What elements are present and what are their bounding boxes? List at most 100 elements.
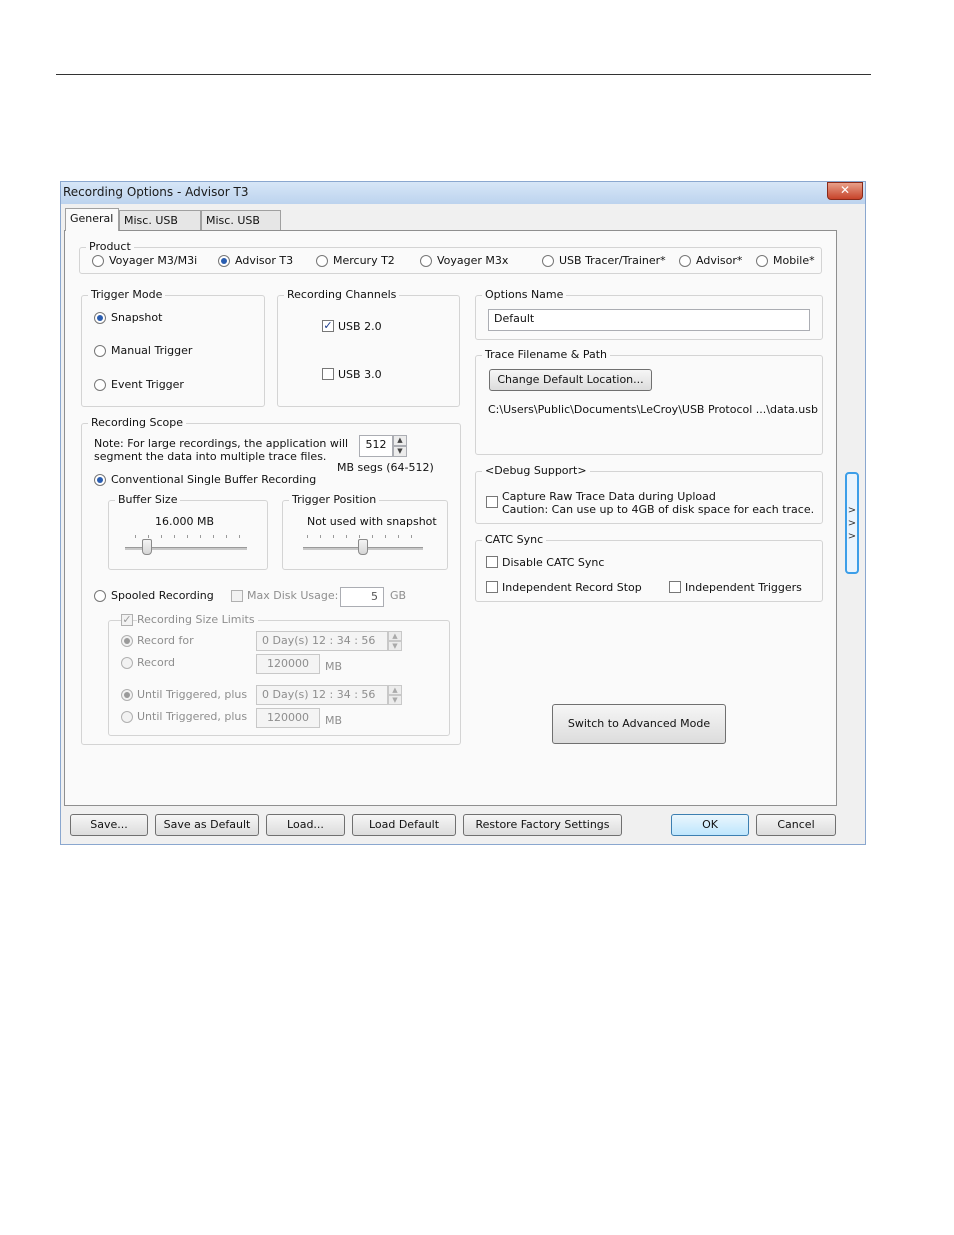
until-triggered-size-unit: MB [325, 714, 343, 727]
tab-misc-usb3[interactable]: Misc. USB 3.0 [201, 210, 281, 247]
trigger-mode-group: Trigger Mode Snapshot Manual Trigger Eve… [81, 288, 265, 407]
segs-label: MB segs (64-512) [337, 461, 434, 474]
until-triggered-spin-up[interactable]: ▲ [388, 685, 402, 695]
options-name-group: Options Name Default [475, 288, 823, 340]
segs-spin-down[interactable]: ▼ [393, 446, 407, 457]
trigger-option-label: Snapshot [111, 311, 163, 324]
save-as-default-button[interactable]: Save as Default [155, 814, 259, 836]
tab-general[interactable]: General [65, 208, 119, 231]
record-size-input[interactable]: 120000 [256, 654, 320, 674]
product-option-label: USB Tracer/Trainer* [559, 254, 666, 267]
ok-button[interactable]: OK [671, 814, 749, 836]
independent-stop-checkbox[interactable] [486, 581, 498, 593]
independent-stop-label: Independent Record Stop [502, 581, 642, 594]
trigger-radio-snapshot[interactable] [94, 312, 106, 324]
capture-raw-checkbox[interactable] [486, 496, 498, 508]
capture-raw-caution: Caution: Can use up to 4GB of disk space… [502, 503, 815, 516]
conventional-radio[interactable] [94, 474, 106, 486]
save-button[interactable]: Save... [70, 814, 148, 836]
independent-triggers-checkbox[interactable] [669, 581, 681, 593]
product-radio-advisor-t3[interactable] [218, 255, 230, 267]
buffer-size-ticks [135, 535, 245, 538]
close-button[interactable]: ✕ [827, 182, 863, 200]
page-rule [56, 74, 871, 75]
recording-size-limits-group: ✓ Recording Size Limits Record for 0 Day… [108, 613, 450, 736]
until-triggered-size-label: Until Triggered, plus [137, 710, 248, 723]
recording-options-dialog: Recording Options - Advisor T3 ✕ General… [60, 181, 866, 845]
trigger-position-group: Trigger Position Not used with snapshot [282, 493, 448, 570]
until-triggered-size-input[interactable]: 120000 [256, 708, 320, 728]
disable-catc-checkbox[interactable] [486, 556, 498, 568]
change-location-button[interactable]: Change Default Location... [489, 369, 652, 391]
until-triggered-size-radio[interactable] [121, 711, 133, 723]
load-default-button[interactable]: Load Default [352, 814, 456, 836]
product-radio-usb-tracer[interactable] [542, 255, 554, 267]
product-radio-advisor[interactable] [679, 255, 691, 267]
product-radio-mobile[interactable] [756, 255, 768, 267]
debug-support-label: <Debug Support> [482, 464, 590, 477]
disable-catc-label: Disable CATC Sync [502, 556, 605, 569]
product-radio-mercury-t2[interactable] [316, 255, 328, 267]
cancel-button[interactable]: Cancel [756, 814, 836, 836]
options-name-label: Options Name [482, 288, 567, 301]
switch-advanced-mode-button[interactable]: Switch to Advanced Mode [552, 704, 726, 744]
catc-sync-group: CATC Sync Disable CATC Sync Independent … [475, 533, 823, 602]
recording-channels-group: Recording Channels ✓ USB 2.0 USB 3.0 [277, 288, 460, 407]
scope-note-line2: segment the data into multiple trace fil… [94, 450, 327, 463]
size-limits-checkbox[interactable]: ✓ [121, 614, 133, 626]
product-option-label: Advisor T3 [235, 254, 294, 267]
buffer-size-slider[interactable] [141, 539, 152, 555]
buffer-size-group: Buffer Size 16.000 MB [108, 493, 268, 570]
product-option-label: Advisor* [696, 254, 743, 267]
trace-path-group: Trace Filename & Path Change Default Loc… [475, 348, 823, 455]
record-for-time-input[interactable]: 0 Day(s) 12 : 34 : 56 [256, 631, 388, 651]
trigger-option-label: Event Trigger [111, 378, 184, 391]
product-option-label: Voyager M3x [437, 254, 509, 267]
until-triggered-time-radio[interactable] [121, 689, 133, 701]
spooled-radio[interactable] [94, 590, 106, 602]
general-panel: Product Voyager M3/M3i Advisor T3 Mercur… [64, 230, 837, 806]
until-triggered-time-input[interactable]: 0 Day(s) 12 : 34 : 56 [256, 685, 388, 705]
usb2-label: USB 2.0 [338, 320, 382, 333]
product-option-label: Mercury T2 [333, 254, 395, 267]
segs-input[interactable]: 512 [359, 435, 393, 457]
max-disk-label: Max Disk Usage: [247, 589, 339, 602]
title-bar: Recording Options - Advisor T3 ✕ [61, 182, 865, 204]
expand-panel-toggle[interactable]: > > > [845, 472, 859, 574]
usb3-checkbox[interactable] [322, 368, 334, 380]
debug-support-group: <Debug Support> Capture Raw Trace Data d… [475, 464, 823, 524]
record-for-spin-down[interactable]: ▼ [388, 641, 402, 651]
tab-misc-usb2[interactable]: Misc. USB 2.0 [119, 210, 201, 247]
usb3-label: USB 3.0 [338, 368, 382, 381]
catc-sync-label: CATC Sync [482, 533, 547, 546]
record-size-unit: MB [325, 660, 343, 673]
record-for-spin-up[interactable]: ▲ [388, 631, 402, 641]
trigger-position-slider[interactable] [358, 539, 368, 555]
trigger-radio-event[interactable] [94, 379, 106, 391]
product-radio-voyager-m3x[interactable] [420, 255, 432, 267]
until-triggered-spin-down[interactable]: ▼ [388, 695, 402, 705]
buffer-size-label: Buffer Size [115, 493, 181, 506]
product-option-label: Mobile* [773, 254, 815, 267]
spooled-label: Spooled Recording [111, 589, 214, 602]
options-name-input[interactable]: Default [488, 309, 810, 331]
max-disk-input[interactable]: 5 [340, 587, 384, 607]
max-disk-checkbox[interactable] [231, 590, 243, 602]
trace-path-text: C:\Users\Public\Documents\LeCroy\USB Pro… [488, 403, 818, 416]
record-for-label: Record for [137, 634, 194, 647]
product-radio-voyager-m3[interactable] [92, 255, 104, 267]
record-size-radio[interactable] [121, 657, 133, 669]
usb2-checkbox[interactable]: ✓ [322, 320, 334, 332]
trigger-position-ticks [307, 535, 423, 538]
restore-factory-button[interactable]: Restore Factory Settings [463, 814, 622, 836]
record-size-label: Record [137, 656, 176, 669]
load-button[interactable]: Load... [266, 814, 345, 836]
scope-note-line1: Note: For large recordings, the applicat… [94, 437, 349, 450]
dialog-title: Recording Options - Advisor T3 [63, 185, 249, 199]
recording-channels-label: Recording Channels [284, 288, 400, 301]
trigger-position-value: Not used with snapshot [307, 515, 437, 528]
capture-raw-label: Capture Raw Trace Data during Upload [502, 490, 716, 503]
segs-spin-up[interactable]: ▲ [393, 435, 407, 446]
trigger-radio-manual[interactable] [94, 345, 106, 357]
record-for-radio[interactable] [121, 635, 133, 647]
